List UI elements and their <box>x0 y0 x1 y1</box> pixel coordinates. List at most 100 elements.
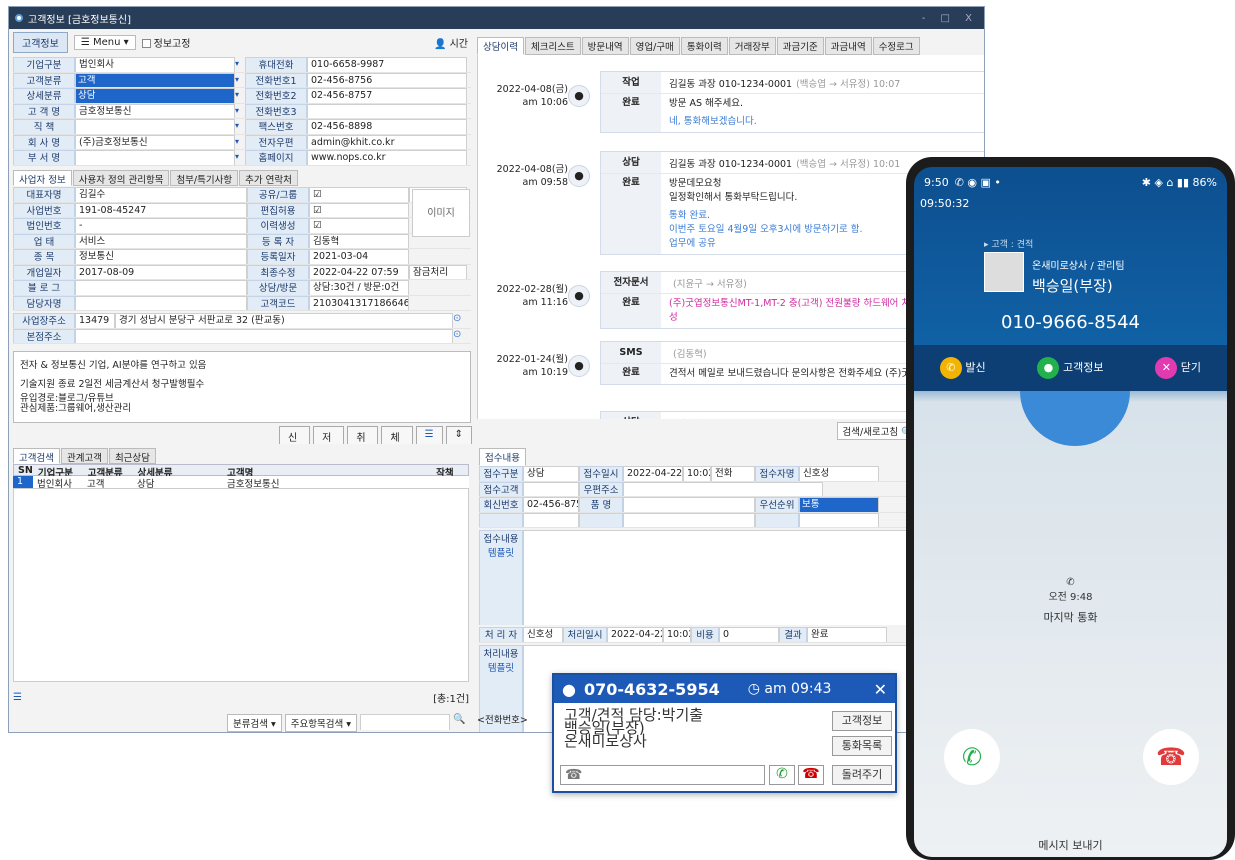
biz-row: 블 로 그 상담/방문 상담:30건 / 방문:0건 <box>13 280 471 296</box>
grid-body <box>13 488 469 682</box>
dropdown-icon[interactable]: ▾ <box>235 135 245 150</box>
field-row: 회 사 명 (주)금호정보통신 ▾ 전자우편 admin@khit.co.kr <box>13 134 471 150</box>
phone-icon: ✆ <box>1066 577 1075 588</box>
search-filters: 분류검색 ▾ 주요항목검색 ▾ 🔍 <box>227 714 465 732</box>
sub-tab[interactable]: 사용자 정의 관리항목 <box>72 170 170 186</box>
timeline-date: 2022-02-28(월) am 11:16 <box>496 284 568 308</box>
biz-row: 담당자명고객코드21030413171866467881 <box>13 295 471 311</box>
search-icon[interactable]: 🔍 <box>453 714 465 732</box>
phone-icon: ● <box>562 679 576 699</box>
close-icon[interactable]: ✕ <box>874 680 887 699</box>
dropdown-icon[interactable]: ▾ <box>235 88 245 103</box>
table-cell: 상담 <box>137 479 155 490</box>
table-cell: 법인회사 <box>37 479 72 490</box>
list-icon[interactable]: ☰ <box>13 692 22 703</box>
category-filter[interactable]: 분류검색 ▾ <box>227 714 282 732</box>
accept-call-icon[interactable]: ✆ <box>944 729 1000 785</box>
column-header[interactable]: 작책 <box>432 465 468 479</box>
biz-row: 업 태 서비스 등 록 자 김동혁 <box>13 233 471 249</box>
timeline-node-icon: ● <box>568 355 590 377</box>
table-cell: 1 <box>13 476 33 488</box>
history-tab[interactable]: 체크리스트 <box>524 37 581 55</box>
close-button[interactable]: ✕ 닫기 <box>1155 357 1201 379</box>
timeline-date: 2022-04-08(금) am 09:58 <box>496 164 568 188</box>
customer-info-button[interactable]: ● 고객정보 <box>1037 357 1103 379</box>
map-icon[interactable]: ⊙ <box>453 329 461 344</box>
column-header[interactable]: 기업구분 <box>34 465 84 479</box>
history-tab[interactable]: 방문내역 <box>581 37 629 55</box>
history-tab[interactable]: 거래장부 <box>728 37 776 55</box>
field-filter[interactable]: 주요항목검색 ▾ <box>284 714 358 732</box>
table-row[interactable]: 1 법인회사 고객 상담 금호정보통신 <box>13 476 469 490</box>
clock-icon: ◷ am 09:43 <box>747 681 832 697</box>
history-tab[interactable]: 과금내역 <box>824 37 872 55</box>
timeline-card[interactable]: 작업 김길동 과장 010-1234-0001 (백승엽 → 서유정) 10:07 완… <box>600 71 984 133</box>
dial-input[interactable]: ☎ <box>560 765 765 785</box>
last-call: ✆ 오전 9:48 마지막 통화 <box>914 577 1227 625</box>
reject-call-icon[interactable]: ☎ <box>1143 729 1199 785</box>
column-header[interactable]: SN <box>14 465 34 476</box>
send-message-button[interactable]: 메시지 보내기 <box>914 837 1227 853</box>
app-icon <box>15 14 23 22</box>
call-list-button[interactable]: 통화목록 <box>832 736 892 756</box>
column-header[interactable]: 고객분류 <box>84 465 134 479</box>
grid-header: SN 기업구분 고객분류 상세분류 고객명 작책 <box>13 464 469 479</box>
customer-info-button[interactable]: 고객정보 <box>832 711 892 731</box>
sub-tab[interactable]: 추가 연락처 <box>239 170 298 186</box>
sub-tab[interactable]: 첨부/특기사항 <box>170 170 239 186</box>
biz-row: 종 목 정보통신 등록일자 2021-03-04 <box>13 249 471 265</box>
answer-icon[interactable]: ✆ <box>769 765 795 785</box>
history-tab[interactable]: 영업/구매 <box>629 37 680 55</box>
avatar <box>984 252 1024 292</box>
table-cell: 금호정보통신 <box>227 479 280 490</box>
image-box[interactable]: 이미지 <box>412 189 470 237</box>
history-tabs: 상담이력 체크리스트 방문내역 영업/구매 통화이력 거래장부 과금기준 과금내역 수정로그 <box>477 37 920 55</box>
decor-circle <box>1020 391 1130 446</box>
grid-footer: ☰ [총:1건] <box>13 691 469 705</box>
biz-row: 대표자명김길수공유/그룹☑Z <box>13 187 471 203</box>
time-button[interactable]: 👤 시간 <box>434 35 468 50</box>
dial-button[interactable]: ✆ 발신 <box>939 357 986 379</box>
biz-row: 개업일자 2017-08-09 최종수정 2022-04-22 07:59 잠금처리 <box>13 264 471 280</box>
table-cell <box>433 476 469 488</box>
history-tab[interactable]: 과금기준 <box>776 37 824 55</box>
window-controls[interactable]: - □ X <box>922 13 984 24</box>
customer-form: 고객정보 ☰ Menu ▾ 정보고정 👤 시간 기업구분 법인회사 ▾ 휴대전화 010… <box>9 29 472 462</box>
column-header[interactable]: 상세분류 <box>133 465 223 479</box>
window-title: 고객정보 [금호정보통신] <box>28 14 131 26</box>
close-icon: ✕ <box>1155 357 1178 379</box>
sub-tab[interactable]: 사업자 정보 <box>13 170 72 186</box>
business-fields: 대표자명김길수공유/그룹☑Z사업번호191-08-45247편집허용☑법인번호-… <box>13 187 471 311</box>
lower-tab[interactable]: 관계고객 <box>60 448 108 464</box>
person-icon: ● <box>1037 357 1060 379</box>
search-input[interactable] <box>360 714 451 730</box>
timeline-date: 2022-01-24(월) am 10:19 <box>496 354 568 378</box>
memo-area[interactable]: 전자 & 정보통신 기업, AI분야를 연구하고 있음 기술지원 종료 2일전 … <box>13 351 471 423</box>
dropdown-icon[interactable]: ▾ <box>235 119 245 134</box>
dropdown-icon[interactable]: ▾ <box>235 150 245 165</box>
field-row: 기업구분 법인회사 ▾ 휴대전화 010-6658-9987 <box>13 57 471 73</box>
lower-tab[interactable]: 고객검색 <box>13 448 60 464</box>
breadcrumb: ▸ 고객 : 견적 <box>984 240 1034 250</box>
address-fields: 사업장주소 13479 경기 성남시 분당구 서판교로 32 (판교동) ⊙ 본점주소… <box>13 313 471 344</box>
timeline-node-icon: ● <box>568 85 590 107</box>
phone-screen: 9:50 ✆ ◉ ▣ • ✱ ◈ ⌂ ▮▮ 86% 09:50:32 ▸ 고객 : … <box>914 167 1227 857</box>
dropdown-icon[interactable]: ▾ <box>235 57 245 72</box>
column-header[interactable]: 고객명 <box>223 465 432 479</box>
biz-row: 법인번호 - 이력생성 ☑ <box>13 218 471 234</box>
customer-info-tab[interactable]: 고객정보 <box>13 31 68 53</box>
menu-button[interactable]: ☰ Menu ▾ <box>73 34 136 50</box>
history-tab[interactable]: 수정로그 <box>872 37 920 55</box>
lower-tab[interactable]: 최근상담 <box>108 448 156 464</box>
history-tab[interactable]: 상담이력 <box>477 37 524 55</box>
call-icon: ✆ <box>939 357 962 379</box>
hangup-icon[interactable]: ☎ <box>798 765 824 785</box>
history-tab[interactable]: 통화이력 <box>680 37 728 55</box>
transfer-button[interactable]: 돌려주기 <box>832 765 892 785</box>
info-lock-checkbox[interactable]: 정보고정 <box>141 35 190 50</box>
dropdown-icon[interactable]: ▾ <box>235 73 245 88</box>
reception-tab[interactable]: 접수내용 <box>479 448 526 466</box>
map-icon[interactable]: ⊙ <box>453 313 461 328</box>
dropdown-icon[interactable]: ▾ <box>235 104 245 119</box>
timeline-node-icon: ● <box>568 165 590 187</box>
